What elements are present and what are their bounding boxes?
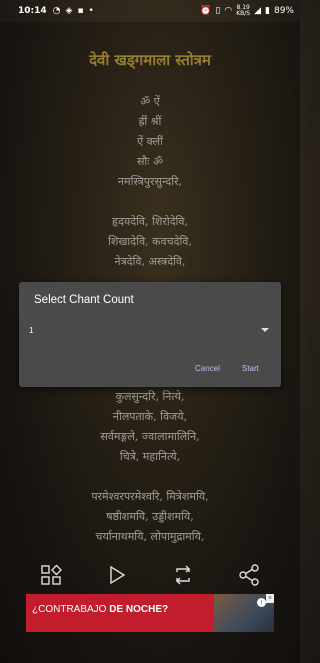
chant-count-select[interactable]: 1 (29, 318, 271, 342)
ad-text-prefix: ¿CONTRABAJO (32, 604, 110, 615)
dot-icon: • (88, 6, 94, 16)
ad-text: ¿CONTRABAJO DE NOCHE? (32, 604, 168, 615)
share-icon[interactable] (236, 562, 262, 588)
play-icon[interactable] (104, 562, 130, 588)
speed-unit: KB/S (236, 10, 251, 17)
vibrate-icon: ▯ (215, 6, 221, 16)
status-right: ⏰ ▯ ◠ 8.19 KB/S ◢ ▮ 89% (200, 5, 294, 17)
message-icon: ▪ (77, 6, 84, 16)
shapes-icon[interactable] (38, 562, 64, 588)
selected-value: 1 (29, 325, 34, 335)
ad-info-icon[interactable]: i (257, 598, 266, 607)
ad-banner[interactable]: ¿CONTRABAJO DE NOCHE? i × (26, 594, 274, 632)
ad-text-bold: DE NOCHE? (109, 604, 169, 615)
status-time: 10:14 (18, 6, 47, 16)
signal-icon: ◢ (254, 6, 262, 16)
alarm-icon: ⏰ (200, 6, 212, 16)
start-button[interactable]: Start (242, 364, 259, 373)
cancel-button[interactable]: Cancel (195, 364, 220, 373)
status-bar: 10:14 ◔ ◈ ▪ • ⏰ ▯ ◠ 8.19 KB/S ◢ ▮ 89% (0, 0, 300, 22)
dropdown-arrow-icon (261, 328, 269, 332)
dialog-title: Select Chant Count (34, 294, 134, 306)
ad-close-icon[interactable]: × (266, 594, 274, 603)
chant-count-dialog: Select Chant Count 1 Cancel Start (19, 282, 281, 387)
wifi-icon: ◠ (224, 6, 233, 16)
battery-icon: ▮ (265, 6, 270, 16)
network-speed: 8.19 KB/S (236, 5, 250, 17)
whatsapp-icon: ◔ (52, 6, 61, 16)
battery-percent: 89% (273, 6, 294, 16)
repeat-icon[interactable] (170, 562, 196, 588)
app-icon: ◈ (65, 6, 73, 16)
bottom-toolbar (0, 560, 300, 590)
notification-icons: ◔ ◈ ▪ • (53, 6, 94, 16)
